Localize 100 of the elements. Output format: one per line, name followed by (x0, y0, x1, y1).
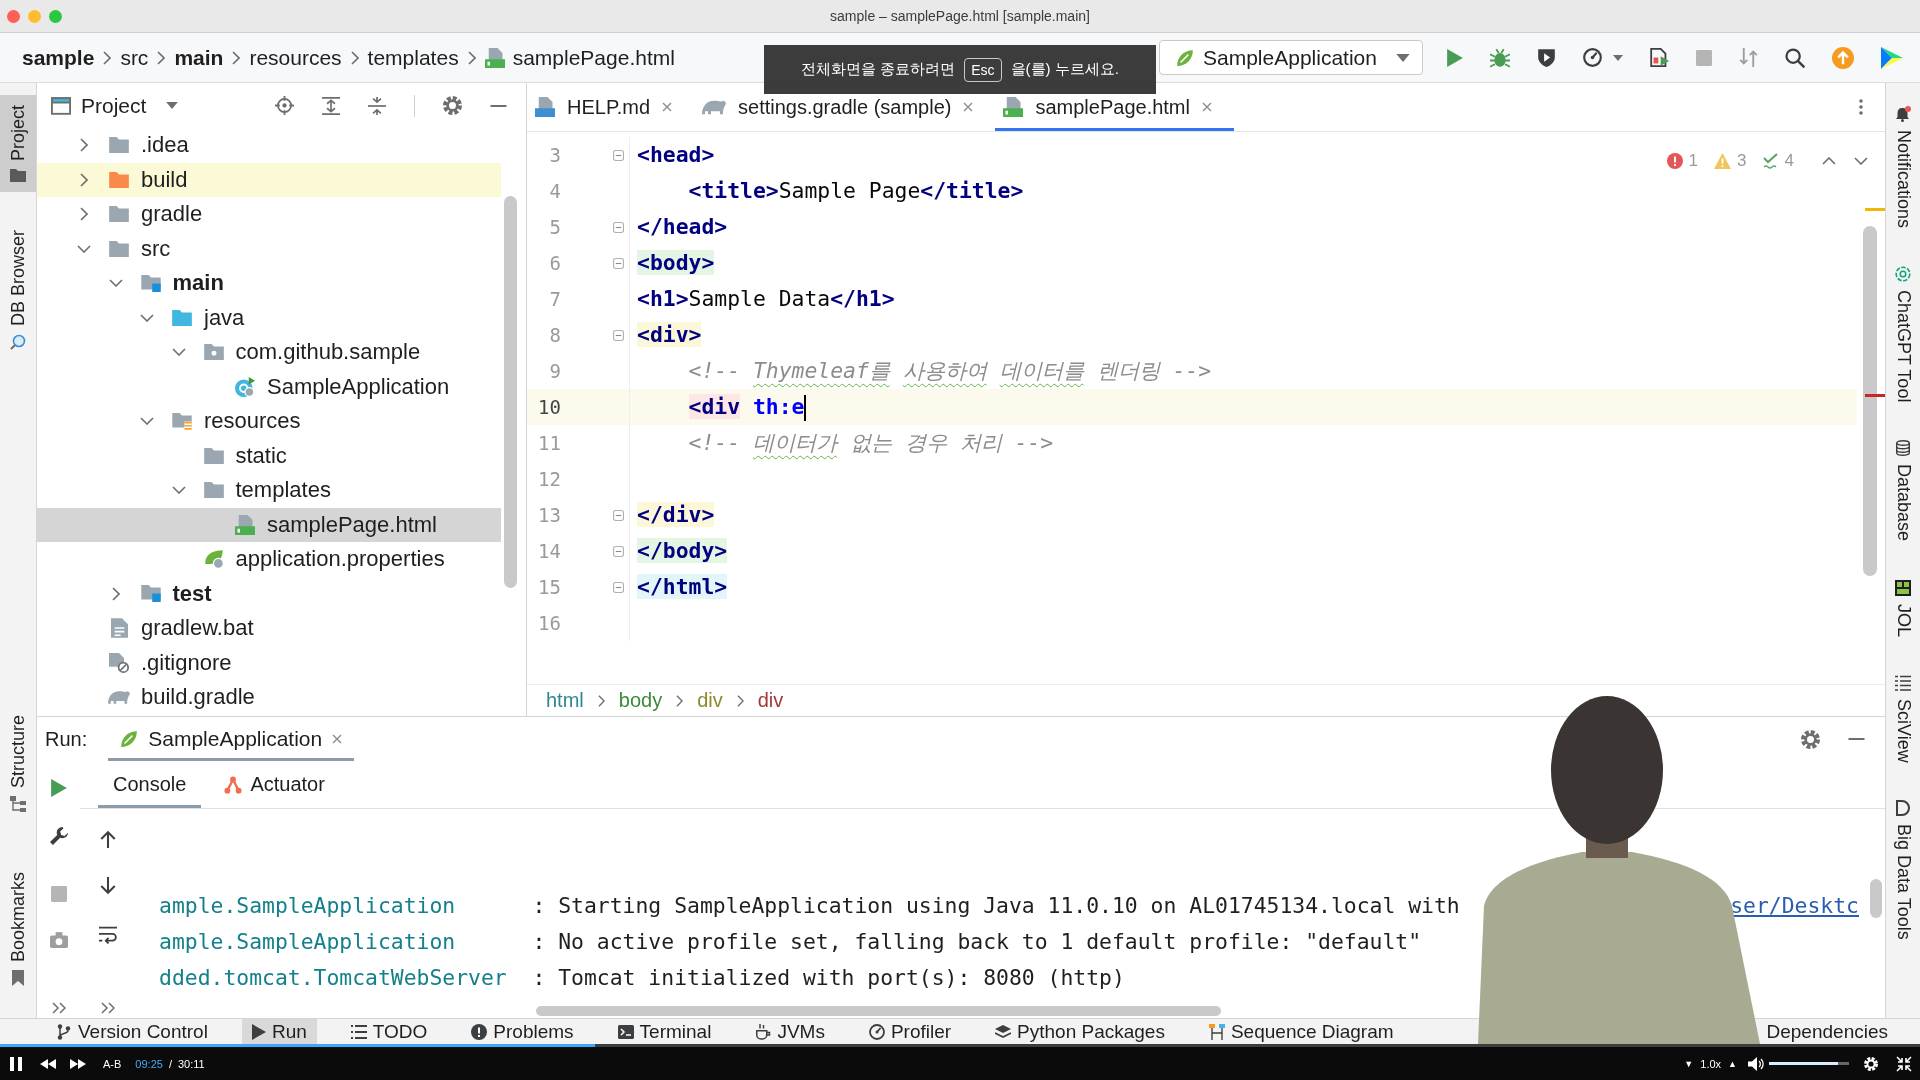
wrench-icon[interactable] (49, 827, 68, 845)
tool-window-button[interactable]: Version Control (46, 1019, 218, 1044)
close-icon[interactable] (662, 102, 672, 112)
minimize-icon[interactable] (1848, 738, 1865, 740)
tool-window-button[interactable]: Python Packages (985, 1019, 1175, 1044)
chevron-down-icon[interactable] (108, 279, 123, 288)
exit-fullscreen-icon[interactable] (1896, 1055, 1912, 1072)
breadcrumb-item[interactable]: div (757, 689, 784, 712)
breadcrumb-item[interactable]: body (618, 689, 663, 712)
tool-window-button[interactable]: Profiler (858, 1019, 962, 1044)
tree-item[interactable]: .gitignore (37, 645, 501, 680)
tree-item[interactable]: application.properties (37, 542, 501, 577)
run-tab[interactable]: SampleApplication (108, 717, 355, 761)
tool-window-button[interactable]: Run (241, 1019, 317, 1044)
chevron-right-icon[interactable] (80, 138, 88, 153)
tool-window-button[interactable]: Dependencies (1756, 1019, 1898, 1044)
tree-item[interactable]: samplePage.html (37, 507, 501, 542)
scrollbar-thumb[interactable] (504, 196, 517, 588)
gauge-icon[interactable] (1583, 48, 1602, 67)
chevron-down-icon[interactable] (171, 486, 186, 495)
scrollbar-thumb[interactable] (536, 1006, 1221, 1016)
play-icon[interactable] (1447, 48, 1463, 67)
fold-marker-icon[interactable] (613, 545, 624, 557)
progress-track[interactable] (0, 1044, 1920, 1047)
tree-item[interactable]: resources (37, 404, 501, 439)
tree-item[interactable]: build (37, 162, 501, 197)
tree-item[interactable]: src (37, 231, 501, 266)
breadcrumb-item[interactable]: main (174, 45, 224, 70)
expand-all-icon[interactable] (322, 96, 340, 115)
console-tab[interactable]: Console (98, 761, 202, 808)
fold-marker-icon[interactable] (613, 509, 624, 521)
tool-window-button[interactable]: Terminal (607, 1019, 722, 1044)
fold-marker-icon[interactable] (613, 221, 624, 233)
pause-icon[interactable] (10, 1056, 22, 1071)
tree-item[interactable]: gradle (37, 197, 501, 232)
tool-window-tab[interactable]: Bookmarks (0, 861, 36, 996)
fold-marker-icon[interactable] (613, 257, 624, 269)
shield-play-icon[interactable] (1537, 48, 1556, 67)
breadcrumb-item[interactable]: src (120, 45, 149, 70)
arrow-up-icon[interactable] (98, 830, 117, 848)
close-icon[interactable] (1202, 102, 1212, 112)
more-icon[interactable] (1859, 98, 1863, 116)
chevron-down-icon[interactable] (1854, 157, 1868, 165)
run-configuration-dropdown[interactable]: SampleApplication (1159, 40, 1423, 75)
chevron-right-icon[interactable] (80, 172, 88, 187)
tree-item[interactable]: SampleApplication (37, 369, 501, 404)
wrap-lines-icon[interactable] (98, 926, 117, 944)
double-chevron-icon[interactable] (51, 1002, 66, 1014)
tree-item[interactable]: gradlew.bat (37, 611, 501, 646)
chevron-down-icon[interactable] (140, 313, 154, 322)
tool-window-button[interactable]: Problems (461, 1019, 584, 1044)
tree-item[interactable]: .idea (37, 128, 501, 163)
chevron-right-icon[interactable] (80, 207, 88, 222)
tool-window-button[interactable]: Sequence Diagram (1198, 1019, 1404, 1044)
editor-tab[interactable]: settings.gradle (sample) (694, 83, 996, 131)
tool-window-button[interactable]: TODO (340, 1019, 438, 1044)
bug-icon[interactable] (1490, 47, 1510, 68)
tool-window-tab[interactable]: Project (0, 95, 36, 193)
chevron-down-icon[interactable] (171, 348, 186, 357)
view-dropdown[interactable]: Project (51, 93, 179, 118)
scrollbar-thumb[interactable] (1863, 226, 1877, 576)
crosshair-icon[interactable] (275, 96, 294, 115)
collapse-all-icon[interactable] (368, 96, 386, 115)
chevron-down-icon[interactable] (77, 244, 91, 253)
editor-tab[interactable]: HELP.md (527, 83, 694, 131)
fast-forward-icon[interactable] (70, 1058, 86, 1069)
breadcrumb-item[interactable]: html (546, 689, 584, 712)
tool-window-tab[interactable]: Notifications (1886, 106, 1920, 229)
close-icon[interactable] (963, 102, 974, 112)
double-chevron-icon[interactable] (100, 1002, 115, 1014)
volume-icon[interactable] (1748, 1056, 1764, 1071)
tree-item[interactable]: static (37, 438, 501, 473)
fold-marker-icon[interactable] (613, 149, 624, 161)
fold-marker-icon[interactable] (613, 329, 624, 341)
search-icon[interactable] (1785, 47, 1805, 68)
chevron-down-icon[interactable] (140, 417, 154, 426)
tool-window-button[interactable]: JVMs (745, 1019, 835, 1044)
rewind-icon[interactable] (40, 1058, 56, 1069)
play-icon[interactable] (50, 779, 67, 797)
console-link[interactable]: ser/Desktc (1730, 888, 1859, 924)
tool-window-tab[interactable]: Database (1886, 440, 1920, 542)
close-icon[interactable] (332, 734, 343, 744)
triangle-logo-icon[interactable] (1881, 46, 1903, 69)
chevron-up-icon[interactable] (1822, 157, 1836, 165)
tool-window-tab[interactable]: ChatGPT Tool (1886, 266, 1920, 403)
tree-item[interactable]: main (37, 266, 501, 301)
breadcrumb-item[interactable]: div (697, 689, 723, 712)
ab-repeat-button[interactable]: A-B (103, 1057, 122, 1070)
breadcrumb-item[interactable]: resources (249, 45, 342, 70)
fold-marker-icon[interactable] (613, 581, 624, 593)
minimize-icon[interactable] (490, 104, 507, 107)
tool-window-tab[interactable]: Structure (0, 704, 36, 822)
scrollbar-thumb[interactable] (1870, 879, 1882, 918)
speed-down-button[interactable]: ▼ (1684, 1058, 1694, 1069)
chevron-right-icon[interactable] (111, 586, 120, 601)
tree-item[interactable]: build.gradle (37, 680, 501, 715)
speed-up-button[interactable]: ▲ (1728, 1058, 1737, 1069)
camera-icon[interactable] (49, 932, 68, 948)
page-play-icon[interactable] (1650, 48, 1669, 67)
tree-item[interactable]: com.github.sample (37, 335, 501, 370)
